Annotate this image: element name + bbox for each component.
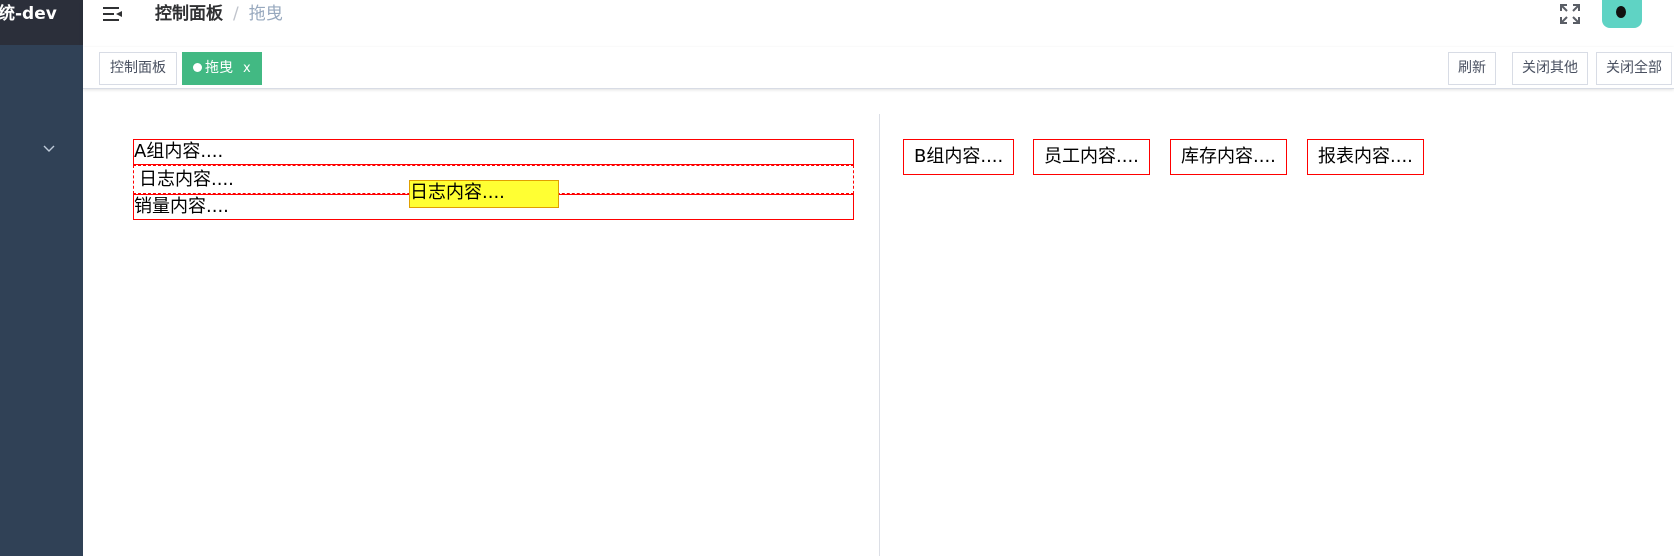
column-divider xyxy=(879,114,880,556)
group-b-item[interactable]: 报表内容.... xyxy=(1307,139,1424,175)
navbar: 控制面板 / 拖曳 xyxy=(83,0,1674,47)
app-title: 统-dev xyxy=(0,4,57,24)
active-dot-icon xyxy=(193,63,202,72)
breadcrumb-home[interactable]: 控制面板 xyxy=(155,4,223,24)
tag-label: 控制面板 xyxy=(110,60,166,76)
sidebar: 统-dev xyxy=(0,0,83,556)
close-others-button[interactable]: 关闭其他 xyxy=(1512,52,1588,85)
avatar-icon[interactable] xyxy=(1602,0,1642,28)
group-a-item[interactable]: A组内容.... xyxy=(133,139,854,165)
group-b-item[interactable]: 员工内容.... xyxy=(1033,139,1150,175)
close-icon[interactable]: x xyxy=(243,61,251,76)
fullscreen-icon[interactable] xyxy=(1558,2,1582,26)
breadcrumb-current: 拖曳 xyxy=(248,4,283,24)
refresh-button[interactable]: 刷新 xyxy=(1448,52,1496,85)
avatar-figure xyxy=(1616,6,1626,18)
app-logo-title[interactable]: 统-dev xyxy=(0,0,83,45)
close-all-button[interactable]: 关闭全部 xyxy=(1596,52,1672,85)
menu-fold-icon[interactable] xyxy=(102,4,124,24)
drag-ghost-item[interactable]: 日志内容.... xyxy=(409,180,559,208)
breadcrumb-separator: / xyxy=(233,4,239,24)
group-b-item[interactable]: B组内容.... xyxy=(903,139,1015,175)
tags-view-bar: 控制面板 拖曳 x 刷新 关闭其他 关闭全部 xyxy=(83,47,1674,89)
tag-label: 拖曳 xyxy=(205,60,233,76)
group-b-item[interactable]: 库存内容.... xyxy=(1170,139,1287,175)
chevron-down-icon[interactable] xyxy=(42,141,56,155)
tag-dashboard[interactable]: 控制面板 xyxy=(99,52,177,85)
breadcrumb: 控制面板 / 拖曳 xyxy=(155,2,283,26)
tag-drag[interactable]: 拖曳 x xyxy=(182,52,262,85)
